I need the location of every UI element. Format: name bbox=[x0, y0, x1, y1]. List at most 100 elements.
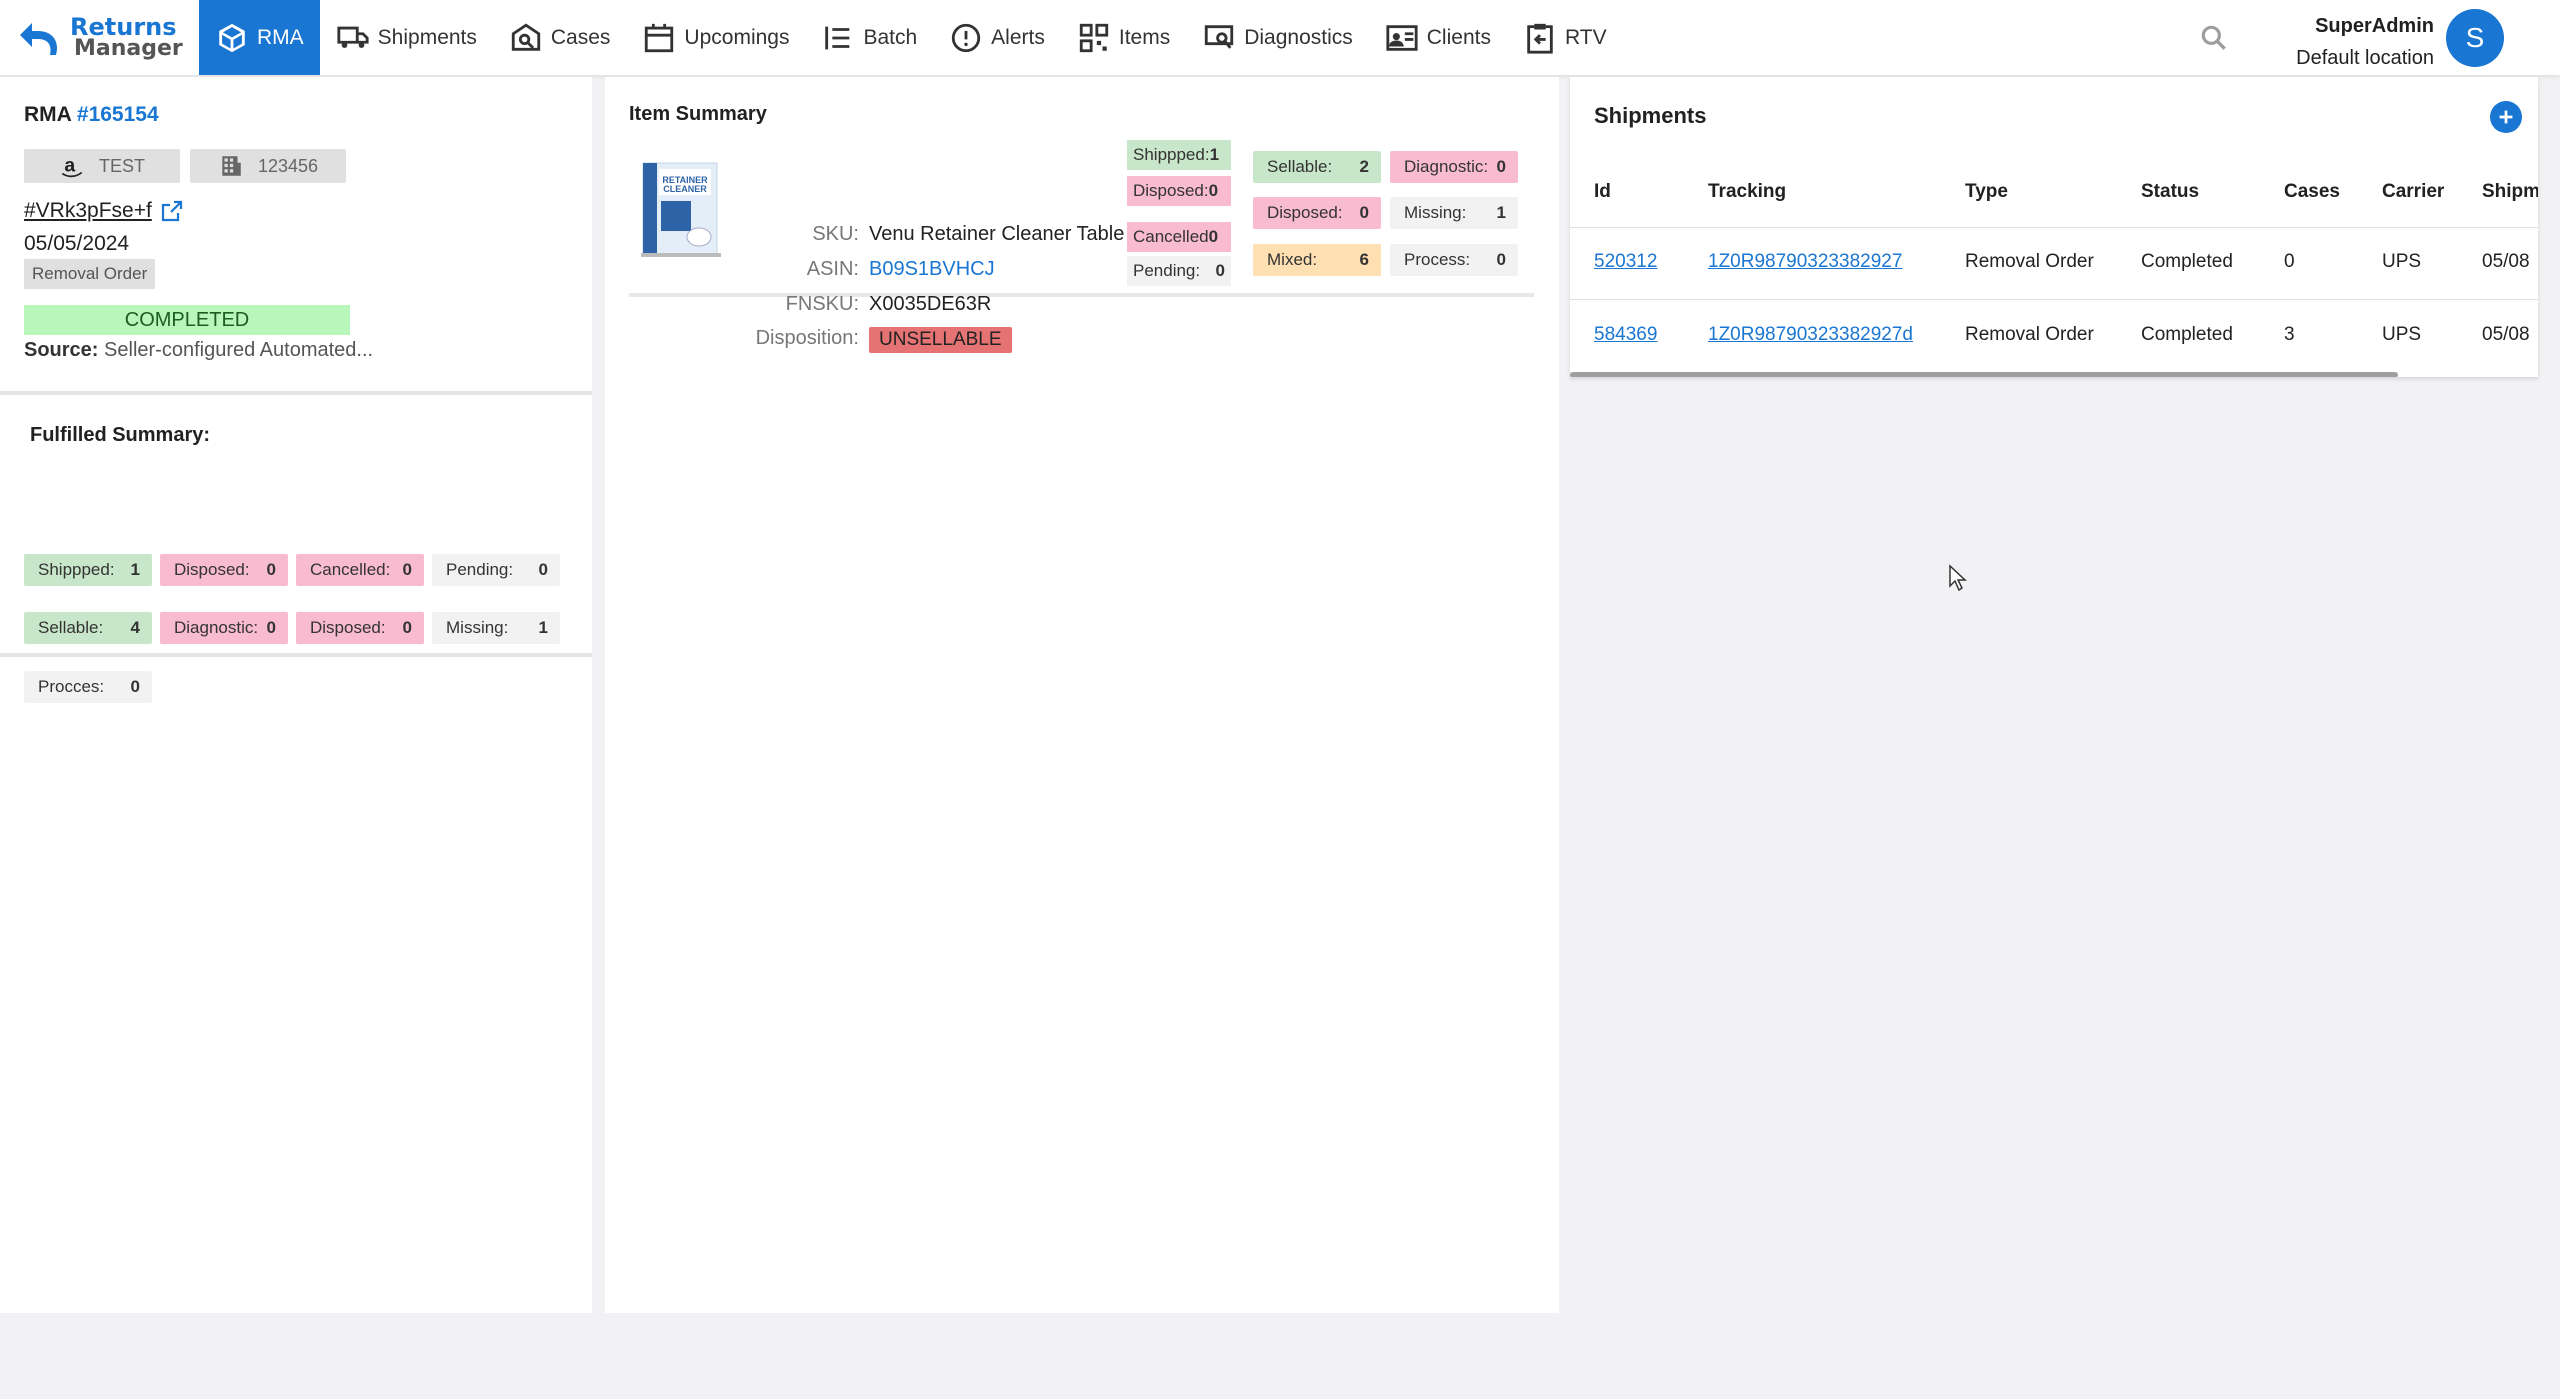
sku-row: SKU: Venu Retainer Cleaner Table bbox=[629, 223, 1124, 246]
fulfilled-summary-title: Fulfilled Summary: bbox=[30, 424, 211, 446]
pill-label: Diagnostic: bbox=[174, 618, 259, 637]
rma-number-link[interactable]: #165154 bbox=[77, 103, 159, 126]
sku-label: SKU: bbox=[812, 223, 859, 245]
item-process: Process: 0 bbox=[1390, 244, 1518, 276]
case-search-icon bbox=[511, 23, 541, 51]
tracking-link[interactable]: 1Z0R98790323382927d bbox=[1708, 324, 1913, 346]
disposition-label: Disposition: bbox=[755, 327, 859, 349]
user-info[interactable]: SuperAdmin Default location bbox=[2296, 10, 2434, 74]
pill-label: Sellable: bbox=[38, 618, 104, 637]
fulfilled-procces: Procces: 0 bbox=[24, 671, 152, 703]
store-chip-label: TEST bbox=[98, 155, 145, 176]
column-header-cases[interactable]: Cases bbox=[2284, 181, 2340, 203]
warehouse-chip: 123456 bbox=[190, 149, 346, 183]
nav-item-shipments[interactable]: Shipments bbox=[320, 0, 493, 75]
shipment-id-link[interactable]: 584369 bbox=[1594, 324, 1657, 346]
fulfilled-disposed-2: Disposed: 0 bbox=[296, 612, 424, 644]
nav-item-clients[interactable]: Clients bbox=[1369, 0, 1507, 75]
qr-icon bbox=[1079, 23, 1109, 52]
nav-item-diagnostics[interactable]: Diagnostics bbox=[1186, 0, 1369, 75]
nav-item-label: Shipments bbox=[377, 25, 477, 49]
add-shipment-button[interactable] bbox=[2490, 101, 2522, 133]
horizontal-scrollbar[interactable] bbox=[1570, 372, 2398, 377]
column-header-tracking[interactable]: Tracking bbox=[1708, 181, 1786, 203]
top-navigation-bar: Returns Manager RMA Shipments Cases Upco… bbox=[0, 0, 2560, 75]
pill-label: Missing: bbox=[446, 618, 509, 637]
nav-item-label: Clients bbox=[1426, 25, 1491, 49]
item-pending: Pending: 0 bbox=[1127, 256, 1231, 286]
pill-label: Diagnostic: bbox=[1404, 157, 1489, 176]
pill-value: 0 bbox=[1496, 250, 1506, 269]
user-name: SuperAdmin bbox=[2315, 15, 2434, 37]
shipment-id-link[interactable]: 520312 bbox=[1594, 251, 1657, 273]
tag-value: 1 bbox=[1209, 145, 1220, 164]
svg-text:CLEANER: CLEANER bbox=[663, 184, 707, 194]
fnsku-label: FNSKU: bbox=[785, 293, 859, 315]
pill-label: Pending: bbox=[446, 560, 514, 579]
column-header-id[interactable]: Id bbox=[1594, 181, 1611, 203]
nav-item-items[interactable]: Items bbox=[1061, 0, 1186, 75]
shipment-carrier: UPS bbox=[2382, 251, 2422, 272]
fnsku-row: FNSKU: X0035DE63R bbox=[629, 293, 992, 316]
shipments-title: Shipments bbox=[1594, 103, 1707, 128]
column-header-shipped[interactable]: Shipm bbox=[2482, 181, 2538, 203]
amazon-icon: a bbox=[61, 154, 83, 178]
item-missing: Missing: 1 bbox=[1390, 197, 1518, 229]
nav-item-rtv[interactable]: RTV bbox=[1507, 0, 1623, 75]
rma-details-panel: RMA #165154 a TEST 123456 #VRk3pFse+f 05… bbox=[0, 77, 592, 1313]
external-link-icon[interactable] bbox=[160, 199, 184, 223]
order-reference: #VRk3pFse+f bbox=[24, 199, 184, 223]
search-icon[interactable] bbox=[2198, 22, 2230, 54]
nav-item-batch[interactable]: Batch bbox=[805, 0, 933, 75]
fulfilled-disposed: Disposed: 0 bbox=[160, 554, 288, 586]
pill-value: 0 bbox=[538, 560, 548, 579]
column-header-status[interactable]: Status bbox=[2141, 181, 2199, 203]
column-header-type[interactable]: Type bbox=[1965, 181, 2008, 203]
asin-row: ASIN: B09S1BVHCJ bbox=[629, 258, 995, 281]
rma-date: 05/05/2024 bbox=[24, 232, 130, 255]
pill-value: 0 bbox=[1359, 203, 1369, 222]
fulfilled-sellable: Sellable: 4 bbox=[24, 612, 152, 644]
item-disposed: Disposed: 0 bbox=[1127, 176, 1231, 206]
nav-item-rma[interactable]: RMA bbox=[199, 0, 320, 75]
pill-label: Missing: bbox=[1404, 203, 1467, 222]
tag-value: 0 bbox=[1208, 227, 1219, 246]
pill-value: 0 bbox=[130, 677, 140, 696]
divider bbox=[0, 653, 592, 657]
pill-value: 1 bbox=[538, 618, 548, 637]
shipment-cases: 3 bbox=[2284, 324, 2295, 345]
shipment-carrier: UPS bbox=[2382, 324, 2422, 345]
asin-link[interactable]: B09S1BVHCJ bbox=[869, 258, 995, 281]
fulfilled-diagnostic: Diagnostic: 0 bbox=[160, 612, 288, 644]
app-logo[interactable]: Returns Manager bbox=[16, 12, 183, 64]
pill-value: 0 bbox=[402, 560, 412, 579]
tag-value: 0 bbox=[1215, 261, 1225, 280]
order-reference-text[interactable]: #VRk3pFse+f bbox=[24, 199, 152, 223]
diagnostics-icon bbox=[1205, 24, 1234, 49]
status-badge: COMPLETED bbox=[24, 305, 350, 335]
nav-item-upcomings[interactable]: Upcomings bbox=[626, 0, 805, 75]
source-value: Seller-configured Automated... bbox=[104, 339, 374, 361]
nav-item-label: Alerts bbox=[991, 25, 1045, 49]
column-header-carrier[interactable]: Carrier bbox=[2382, 181, 2444, 203]
nav-item-cases[interactable]: Cases bbox=[493, 0, 627, 75]
shipment-date: 05/08 bbox=[2482, 251, 2530, 272]
nav-item-label: RTV bbox=[1564, 25, 1607, 49]
rma-label: RMA bbox=[24, 103, 72, 126]
list-icon bbox=[825, 26, 850, 49]
avatar[interactable]: S bbox=[2446, 9, 2504, 67]
rma-title: RMA #165154 bbox=[24, 103, 159, 127]
svg-text:a: a bbox=[64, 154, 75, 176]
item-cancelled: Cancelled 0 bbox=[1127, 222, 1231, 252]
shipment-type: Removal Order bbox=[1965, 251, 2094, 272]
nav-item-alerts[interactable]: Alerts bbox=[933, 0, 1061, 75]
alert-icon bbox=[952, 23, 981, 52]
tracking-link[interactable]: 1Z0R98790323382927 bbox=[1708, 251, 1902, 273]
pill-value: 0 bbox=[402, 618, 412, 637]
disposition-badge: UNSELLABLE bbox=[869, 327, 1012, 353]
pill-value: 6 bbox=[1359, 250, 1369, 269]
shipment-date: 05/08 bbox=[2482, 324, 2530, 345]
tag-label: Disposed: bbox=[1133, 181, 1209, 200]
nav-item-label: Upcomings bbox=[684, 25, 790, 49]
id-card-icon bbox=[1386, 24, 1418, 51]
